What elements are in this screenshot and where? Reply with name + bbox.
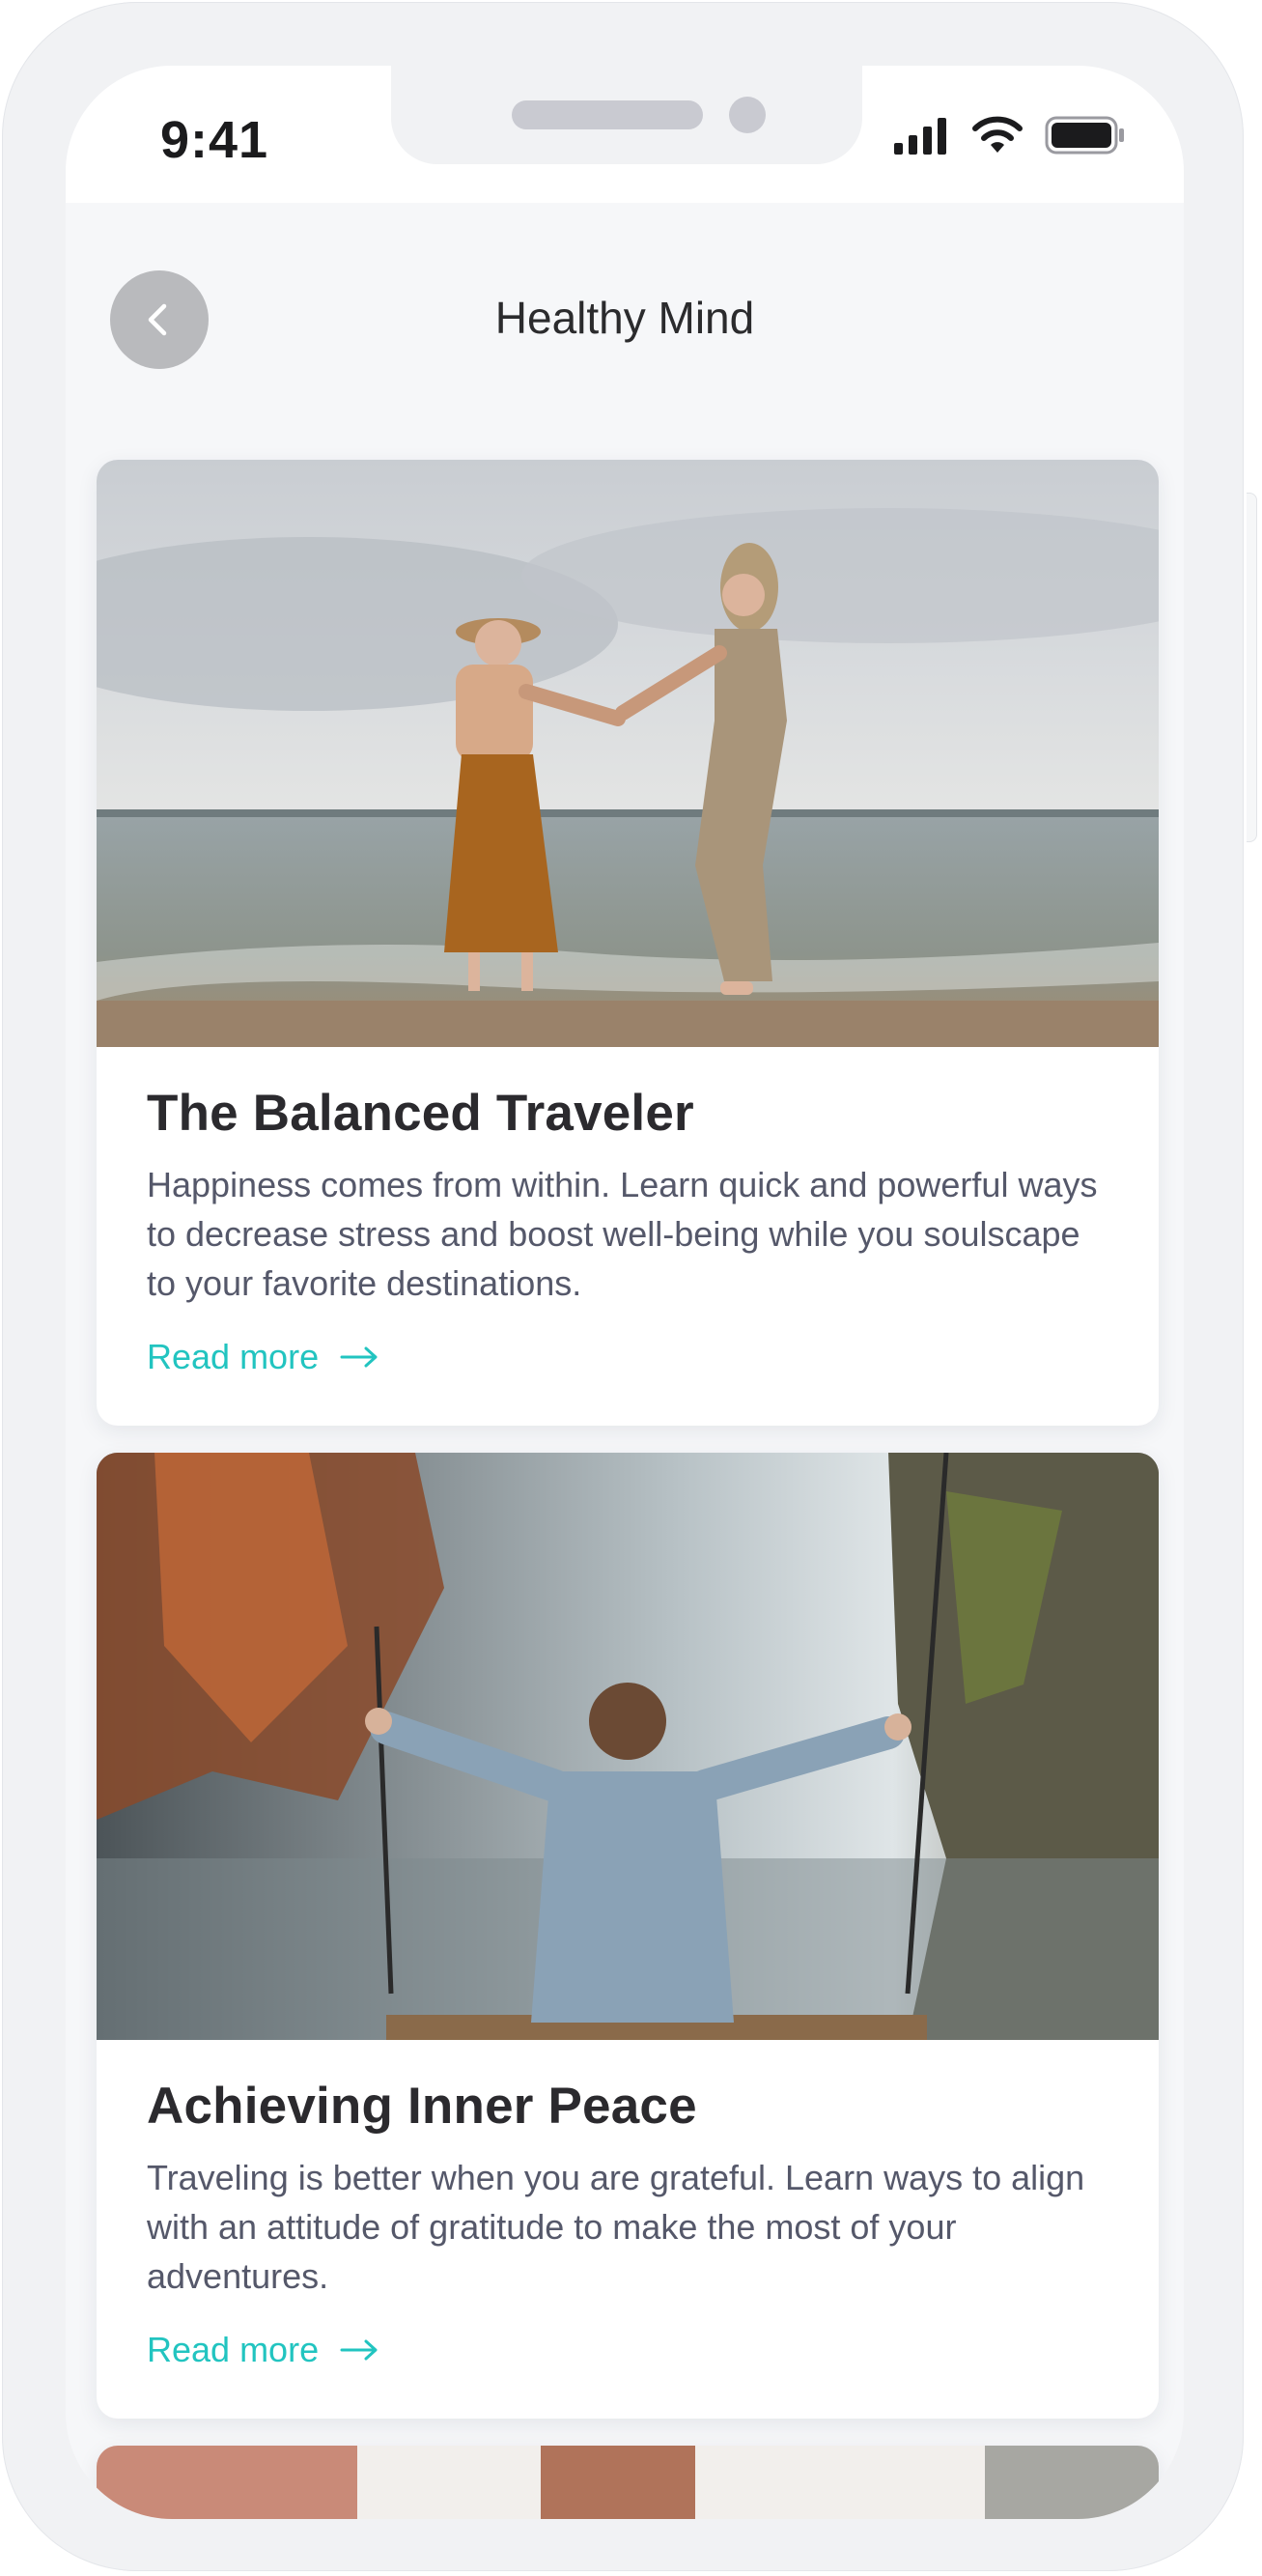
status-bar: 9:41 [66,66,1184,203]
article-description: Happiness comes from within. Learn quick… [147,1165,1098,1303]
top-navigation: Healthy Mind [66,203,1184,386]
article-card[interactable]: The Balanced Traveler Happiness comes fr… [97,460,1159,1426]
battery-icon [1045,116,1124,155]
article-description: Traveling is better when you are gratefu… [147,2158,1085,2296]
article-body: The Balanced Traveler Happiness comes fr… [97,1047,1159,1377]
article-card[interactable]: Achieving Inner Peace Traveling is bette… [97,1453,1159,2419]
article-title: Achieving Inner Peace [147,2078,697,2135]
phone-side-button [1247,493,1257,842]
article-card[interactable] [97,2446,1159,2519]
phone-screen: 9:41 Healthy Mind The Balanced Traveler … [66,66,1184,2519]
article-image-partial [97,2446,1159,2519]
front-camera [729,97,766,133]
read-more-label: Read more [147,2330,320,2369]
read-more-link[interactable]: Read more [147,2330,1108,2370]
status-icons [892,116,1126,155]
signal-icon [894,118,946,155]
page-title: Healthy Mind [494,293,755,343]
article-body: Achieving Inner Peace Traveling is bette… [97,2040,1159,2370]
wifi-icon [972,116,1023,153]
speaker-grille [512,100,703,129]
status-time: 9:41 [160,111,269,169]
article-title: The Balanced Traveler [147,1085,694,1142]
article-image-beach [97,460,1159,1047]
arrow-right-icon [340,1346,378,1368]
arrow-right-icon [340,2339,378,2361]
read-more-link[interactable]: Read more [147,1337,1108,1377]
read-more-label: Read more [147,1337,320,1376]
notch [391,66,862,164]
article-image-swing [97,1453,1159,2040]
